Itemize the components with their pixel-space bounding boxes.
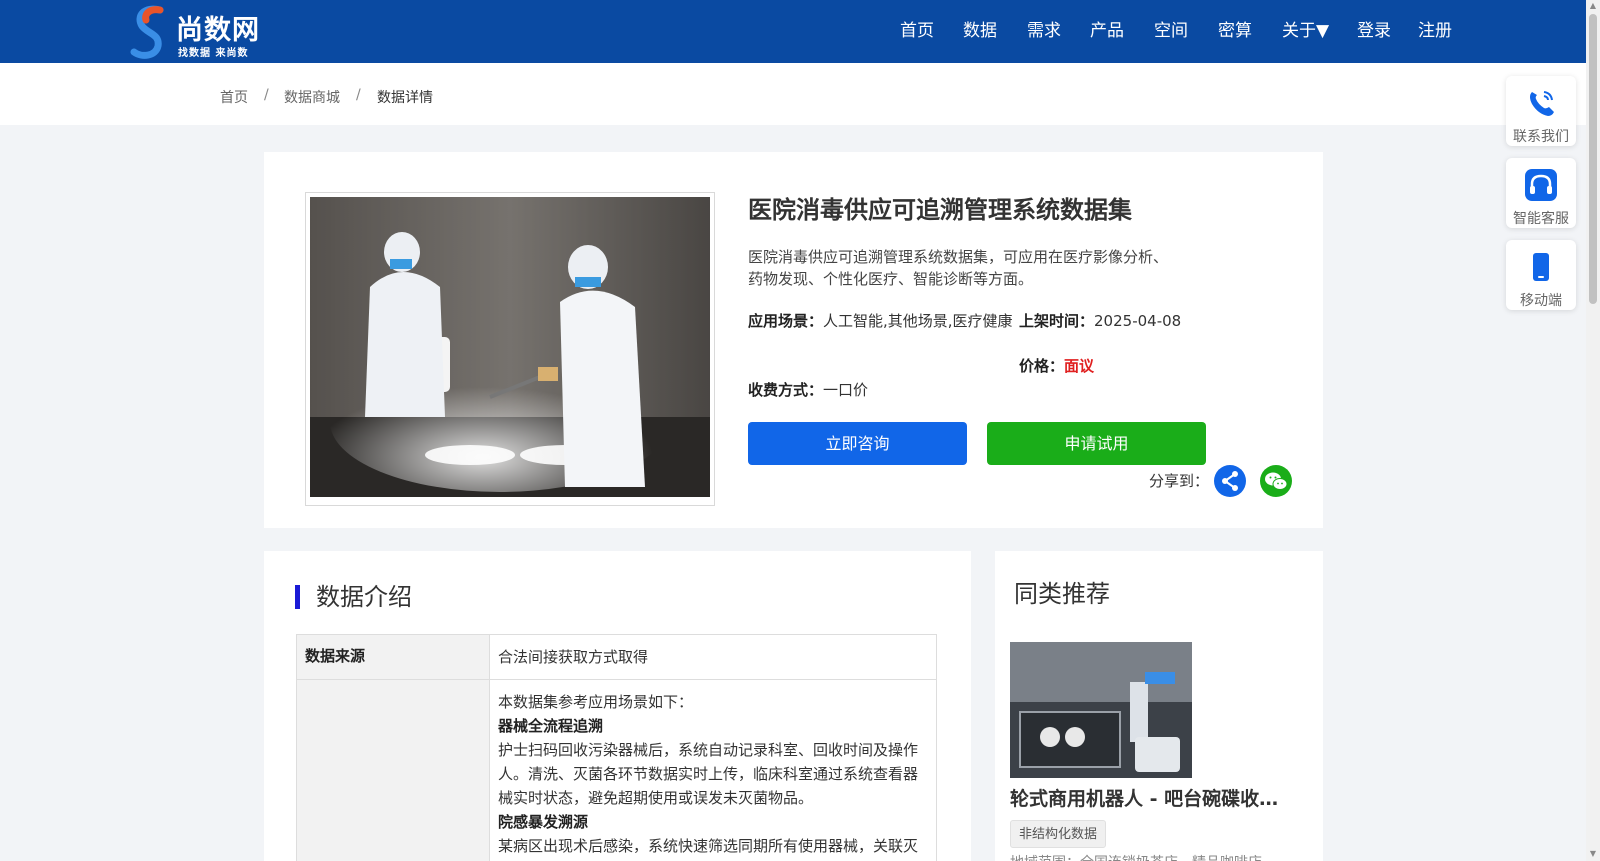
share-icon[interactable] <box>1214 465 1246 497</box>
mobile-widget[interactable]: 移动端 <box>1506 240 1576 310</box>
register-link[interactable]: 注册 <box>1418 0 1452 63</box>
table-row: 数据来源 合法间接获取方式取得 <box>296 634 937 680</box>
scene-label: 应用场景： <box>748 312 824 330</box>
scene-value: 人工智能,其他场景,医疗健康 <box>823 312 1013 330</box>
scene-key <box>296 679 490 861</box>
login-link[interactable]: 登录 <box>1357 0 1391 63</box>
logo-icon <box>130 5 164 59</box>
breadcrumb-separator: / <box>356 87 361 103</box>
headset-icon <box>1525 169 1557 201</box>
smart-service-widget[interactable]: 智能客服 <box>1506 158 1576 228</box>
charge-value: 一口价 <box>823 381 869 399</box>
nav-data[interactable]: 数据 <box>963 0 997 63</box>
price-label: 价格： <box>1019 357 1065 375</box>
date-value: 2025-04-08 <box>1094 312 1182 330</box>
logo-slogan: 找数据 来尚数 <box>178 48 249 59</box>
breadcrumb-current: 数据详情 <box>377 90 433 106</box>
recommend-title: 同类推荐 <box>1014 580 1110 608</box>
share-label: 分享到： <box>1149 472 1210 490</box>
phone-icon <box>1530 91 1554 116</box>
product-image <box>310 197 710 497</box>
nav-about-dropdown[interactable]: 关于▼ <box>1282 0 1329 63</box>
product-description: 医院消毒供应可追溯管理系统数据集，可应用在医疗影像分析、药物发现、个性化医疗、智… <box>748 248 1169 288</box>
breadcrumb-data-mall[interactable]: 数据商城 <box>284 87 340 107</box>
product-title: 医院消毒供应可追溯管理系统数据集 <box>748 196 1132 224</box>
mobile-phone-icon <box>1533 253 1549 281</box>
top-navbar: 尚数网 找数据 来尚数 首页 数据 需求 产品 空间 密算 关于▼ 登录 注册 <box>0 0 1586 63</box>
scene-details: 本数据集参考应用场景如下： 器械全流程追溯 护士扫码回收污染器械后，系统自动记录… <box>489 679 937 861</box>
recommend-item-image[interactable] <box>1010 642 1192 778</box>
recommend-item-tag: 非结构化数据 <box>1010 820 1107 848</box>
site-logo[interactable]: 尚数网 找数据 来尚数 <box>130 4 270 60</box>
recommend-item-summary: 地域范围：全国连锁奶茶店、精品咖啡店 <box>1010 852 1290 861</box>
price: 价格：面议 <box>1019 355 1094 378</box>
charge-method: 收费方式：一口价 <box>748 379 868 402</box>
product-image-frame <box>305 192 715 506</box>
scroll-up-arrow[interactable]: ▲ <box>1589 2 1597 10</box>
price-value: 面议 <box>1064 357 1095 375</box>
smart-service-label: 智能客服 <box>1513 211 1569 227</box>
breadcrumb-separator: / <box>264 87 269 103</box>
nav-space[interactable]: 空间 <box>1154 0 1188 63</box>
scene-text: 护士扫码回收污染器械后，系统自动记录科室、回收时间及操作人。清洗、灭菌各环节数据… <box>498 741 919 807</box>
wechat-icon[interactable] <box>1260 465 1292 497</box>
charge-label: 收费方式： <box>748 381 824 399</box>
nav-secure-compute[interactable]: 密算 <box>1218 0 1252 63</box>
recommend-item-name[interactable]: 轮式商用机器人 - 吧台碗碟收纳数据集 <box>1010 784 1290 811</box>
scroll-down-arrow[interactable]: ▼ <box>1589 850 1597 858</box>
nav-product[interactable]: 产品 <box>1090 0 1124 63</box>
source-value: 合法间接获取方式取得 <box>489 634 937 680</box>
nav-demand[interactable]: 需求 <box>1027 0 1061 63</box>
page-scrollbar[interactable]: ▲ ▼ <box>1586 0 1600 861</box>
scene-heading: 器械全流程追溯 <box>498 717 604 735</box>
data-intro-table: 数据来源 合法间接获取方式取得 本数据集参考应用场景如下： 器械全流程追溯 护士… <box>296 634 937 861</box>
date-label: 上架时间： <box>1019 312 1095 330</box>
table-row: 本数据集参考应用场景如下： 器械全流程追溯 护士扫码回收污染器械后，系统自动记录… <box>296 679 937 861</box>
scene-intro: 本数据集参考应用场景如下： <box>498 693 694 711</box>
contact-us-label: 联系我们 <box>1513 129 1569 145</box>
contact-us-widget[interactable]: 联系我们 <box>1506 76 1576 146</box>
logo-title: 尚数网 <box>176 15 260 46</box>
breadcrumb-home[interactable]: 首页 <box>220 87 248 107</box>
data-intro-title: 数据介绍 <box>295 585 412 609</box>
scene-text: 某病区出现术后感染，系统快速筛选同期所有使用器械，关联灭菌参数、生物监测结果及操… <box>498 837 919 855</box>
application-scene: 应用场景：人工智能,其他场景,医疗健康 <box>748 310 1016 333</box>
nav-home[interactable]: 首页 <box>900 0 934 63</box>
listing-date: 上架时间：2025-04-08 <box>1019 310 1181 333</box>
scene-heading: 院感暴发溯源 <box>498 813 589 831</box>
source-key: 数据来源 <box>296 634 490 680</box>
consult-now-button[interactable]: 立即咨询 <box>748 422 967 465</box>
apply-trial-button[interactable]: 申请试用 <box>987 422 1206 465</box>
scrollbar-thumb[interactable] <box>1589 14 1597 304</box>
mobile-label: 移动端 <box>1520 293 1562 309</box>
